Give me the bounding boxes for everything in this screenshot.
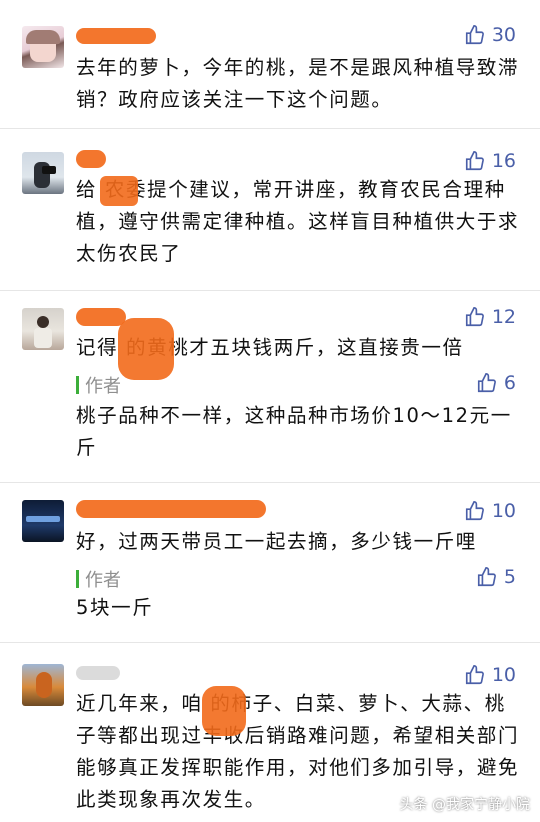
reply-like-button[interactable]: 6 <box>476 372 516 394</box>
like-count: 6 <box>503 372 516 394</box>
like-count: 16 <box>491 150 516 172</box>
thumbs-up-icon <box>477 567 496 587</box>
avatar[interactable] <box>22 308 64 350</box>
avatar[interactable] <box>22 500 64 542</box>
thumbs-up-icon <box>465 151 484 171</box>
divider <box>0 128 540 129</box>
like-count: 30 <box>491 24 516 46</box>
like-count: 10 <box>491 664 516 686</box>
divider <box>0 642 540 643</box>
redacted-username <box>76 28 156 44</box>
watermark: 头条 @我家宁静小院 <box>399 797 530 813</box>
comment-1: 30 去年的萝卜，今年的桃，是不是跟风种植导致滞销？政府应该关注一下这个问题。 <box>0 0 540 128</box>
redacted-username <box>76 150 106 168</box>
reply-text: 桃子品种不一样，这种品种市场价10～12元一斤 <box>76 404 512 459</box>
redacted-username <box>76 308 126 326</box>
redacted-username <box>76 666 120 680</box>
divider <box>0 482 540 483</box>
like-count: 5 <box>503 566 516 588</box>
author-bar <box>76 570 79 588</box>
comment-text: 好，过两天带员工一起去摘，多少钱一斤哩 <box>76 530 477 553</box>
thumbs-up-icon <box>465 307 484 327</box>
like-count: 10 <box>491 500 516 522</box>
avatar[interactable] <box>22 26 64 68</box>
like-button[interactable]: 30 <box>464 24 516 46</box>
reply-author: 作者 <box>76 372 121 398</box>
redaction-mark <box>100 176 138 206</box>
reply-like-button[interactable]: 5 <box>476 566 516 588</box>
thumbs-up-icon <box>477 373 496 393</box>
thumbs-up-icon <box>465 25 484 45</box>
redacted-username <box>76 500 266 518</box>
like-button[interactable]: 10 <box>464 500 516 522</box>
reply-author: 作者 <box>76 566 121 592</box>
reply-text: 5块一斤 <box>76 596 154 619</box>
thumbs-up-icon <box>465 501 484 521</box>
avatar[interactable] <box>22 664 64 706</box>
redaction-mark <box>202 686 246 736</box>
like-button[interactable]: 10 <box>464 664 516 686</box>
thumbs-up-icon <box>465 665 484 685</box>
redaction-mark <box>118 318 174 380</box>
author-bar <box>76 376 79 394</box>
comment-text: 给 农委提个建议，常开讲座，教育农民合理种植，遵守供需定律种植。这样盲目种植供大… <box>76 178 520 265</box>
like-count: 12 <box>491 306 516 328</box>
avatar[interactable] <box>22 152 64 194</box>
author-label: 作者 <box>85 570 121 591</box>
comment-text: 去年的萝卜，今年的桃，是不是跟风种植导致滞销？政府应该关注一下这个问题。 <box>76 56 520 111</box>
like-button[interactable]: 16 <box>464 150 516 172</box>
like-button[interactable]: 12 <box>464 306 516 328</box>
author-label: 作者 <box>85 376 121 397</box>
divider <box>0 290 540 291</box>
